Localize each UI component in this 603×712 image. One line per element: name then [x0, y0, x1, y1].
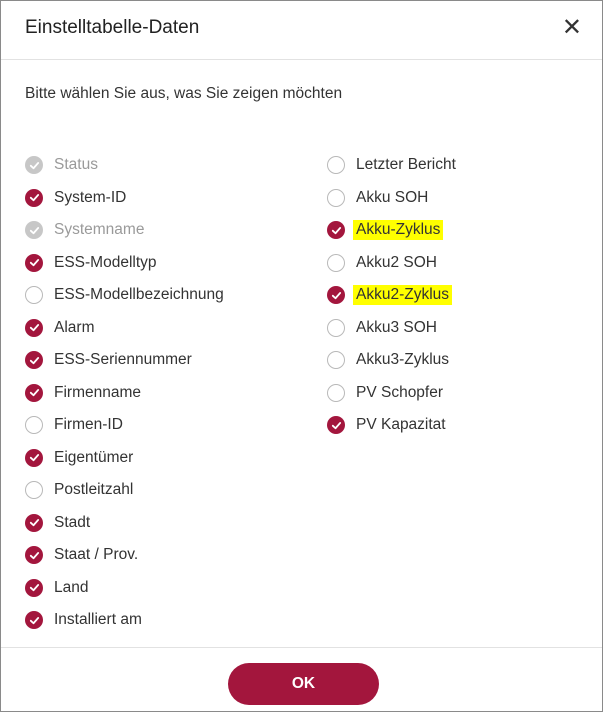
check-circle-icon[interactable] — [25, 611, 43, 630]
checkbox-label: Akku SOH — [356, 188, 429, 206]
checkbox-label: Eigentümer — [54, 448, 134, 466]
checkbox-item-ess-modellbezeichnung[interactable]: ESS-Modellbezeichnung — [25, 279, 227, 312]
radio-unchecked-icon[interactable] — [327, 156, 345, 175]
check-circle-icon[interactable] — [25, 578, 43, 597]
checkbox-label: Akku-Zyklus — [353, 220, 444, 241]
checkbox-label: Firmenname — [54, 383, 141, 401]
checkbox-item-land[interactable]: Land — [25, 572, 227, 605]
left-column-checkboxes: Status System-ID Systemname ESS-Modelltyp ES… — [25, 149, 227, 637]
check-circle-icon[interactable] — [327, 286, 345, 305]
radio-unchecked-icon[interactable] — [327, 253, 345, 272]
dialog-header: Einstelltabelle-Daten ✕ — [1, 1, 602, 60]
check-circle-icon[interactable] — [25, 188, 43, 207]
checkbox-item-systemname: Systemname — [25, 214, 227, 247]
checkbox-label: Alarm — [54, 318, 95, 336]
checkbox-label: PV Kapazitat — [356, 416, 446, 434]
checkbox-item-akku2-soh[interactable]: Akku2 SOH — [327, 247, 459, 280]
checkbox-label: Status — [54, 156, 98, 174]
checkbox-item-installiert-am[interactable]: Installiert am — [25, 604, 227, 637]
radio-unchecked-icon[interactable] — [25, 416, 43, 435]
checkbox-label: ESS-Modelltyp — [54, 253, 157, 271]
checkbox-label: Land — [54, 578, 89, 596]
check-circle-icon[interactable] — [25, 318, 43, 337]
settings-dialog: Einstelltabelle-Daten ✕ Bitte wählen Sie… — [0, 0, 603, 712]
checkbox-item-akku3-soh[interactable]: Akku3 SOH — [327, 312, 459, 345]
checkbox-label: Akku3-Zyklus — [356, 351, 450, 369]
checkbox-label: Installiert am — [54, 611, 142, 629]
close-icon[interactable]: ✕ — [562, 14, 582, 42]
checkbox-item-akku-zyklus[interactable]: Akku-Zyklus — [327, 214, 459, 247]
radio-unchecked-icon[interactable] — [327, 383, 345, 402]
check-circle-icon[interactable] — [25, 513, 43, 532]
dialog-footer: OK — [1, 647, 602, 712]
check-circle-icon[interactable] — [327, 416, 345, 435]
checkbox-item-ess-modelltyp[interactable]: ESS-Modelltyp — [25, 247, 227, 280]
radio-unchecked-icon[interactable] — [327, 351, 345, 370]
checkbox-item-staat-prov[interactable]: Staat / Prov. — [25, 539, 227, 572]
radio-unchecked-icon[interactable] — [25, 481, 43, 500]
dialog-subtitle: Bitte wählen Sie aus, was Sie zeigen möc… — [25, 85, 343, 102]
checkbox-item-stadt[interactable]: Stadt — [25, 507, 227, 540]
checkbox-label: Stadt — [54, 513, 91, 531]
checkbox-item-letzter-bericht[interactable]: Letzter Bericht — [327, 149, 459, 182]
checkbox-label: Letzter Bericht — [356, 156, 456, 174]
check-circle-icon[interactable] — [25, 253, 43, 272]
checkbox-label: Systemname — [54, 221, 145, 239]
checkbox-item-status: Status — [25, 149, 227, 182]
checkbox-item-eigentümer[interactable]: Eigentümer — [25, 442, 227, 475]
radio-unchecked-icon[interactable] — [327, 318, 345, 337]
check-circle-icon[interactable] — [25, 448, 43, 467]
checkbox-item-alarm[interactable]: Alarm — [25, 312, 227, 345]
checkbox-item-pv-kapazitat[interactable]: PV Kapazitat — [327, 409, 459, 442]
checkbox-label: ESS-Modellbezeichnung — [54, 286, 224, 304]
checkbox-label: Staat / Prov. — [54, 546, 139, 564]
check-circle-icon — [25, 221, 43, 240]
checkbox-label: System-ID — [54, 188, 127, 206]
check-circle-icon — [25, 156, 43, 175]
checkbox-label: Akku3 SOH — [356, 318, 437, 336]
checkbox-label: Postleitzahl — [54, 481, 134, 499]
checkbox-label: PV Schopfer — [356, 383, 444, 401]
checkbox-item-akku3-zyklus[interactable]: Akku3-Zyklus — [327, 344, 459, 377]
checkbox-item-akku2-zyklus[interactable]: Akku2-Zyklus — [327, 279, 459, 312]
dialog-title: Einstelltabelle-Daten — [25, 17, 200, 38]
checkbox-label: Akku2-Zyklus — [353, 285, 453, 306]
radio-unchecked-icon[interactable] — [25, 286, 43, 305]
checkbox-item-akku-soh[interactable]: Akku SOH — [327, 182, 459, 215]
checkbox-item-system-id[interactable]: System-ID — [25, 182, 227, 215]
checkbox-item-ess-seriennummer[interactable]: ESS-Seriennummer — [25, 344, 227, 377]
radio-unchecked-icon[interactable] — [327, 188, 345, 207]
checkbox-item-firmenname[interactable]: Firmenname — [25, 377, 227, 410]
right-column-checkboxes: Letzter Bericht Akku SOH Akku-Zyklus Akku2 … — [327, 149, 459, 442]
checkbox-item-pv-schopfer[interactable]: PV Schopfer — [327, 377, 459, 410]
checkbox-item-firmen-id[interactable]: Firmen-ID — [25, 409, 227, 442]
checkbox-item-postleitzahl[interactable]: Postleitzahl — [25, 474, 227, 507]
checkbox-label: ESS-Seriennummer — [54, 351, 192, 369]
ok-button[interactable]: OK — [228, 663, 379, 705]
check-circle-icon[interactable] — [25, 546, 43, 565]
check-circle-icon[interactable] — [25, 351, 43, 370]
checkbox-label: Akku2 SOH — [356, 253, 437, 271]
check-circle-icon[interactable] — [25, 383, 43, 402]
check-circle-icon[interactable] — [327, 221, 345, 240]
checkbox-label: Firmen-ID — [54, 416, 123, 434]
